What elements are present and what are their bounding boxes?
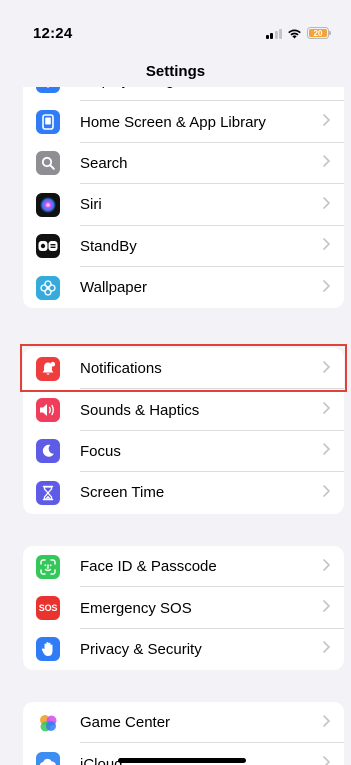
- chevron-right-icon: [323, 714, 330, 732]
- chevron-right-icon: [323, 154, 330, 172]
- standby-icon: [36, 234, 60, 259]
- settings-group-accounts: Game Center iCloud: [23, 702, 344, 765]
- face-id-icon: [36, 554, 60, 579]
- moon-icon: [36, 439, 60, 464]
- settings-row-label: iCloud: [80, 755, 123, 765]
- settings-group-display: Display & Brightness Home Screen & App Li…: [23, 87, 344, 309]
- settings-row-search[interactable]: Search: [23, 143, 344, 185]
- settings-row-emergency-sos[interactable]: SOS Emergency SOS: [23, 587, 344, 629]
- home-indicator: [118, 758, 246, 763]
- settings-row-display-and-brightness[interactable]: Display & Brightness: [23, 87, 344, 102]
- settings-row-sounds-and-haptics[interactable]: Sounds & Haptics: [23, 389, 344, 431]
- sos-icon: SOS: [36, 596, 60, 621]
- settings-row-label: Display & Brightness: [80, 87, 218, 89]
- battery-icon: 20: [307, 27, 331, 39]
- chevron-right-icon: [323, 442, 330, 460]
- settings-row-label: Screen Time: [80, 484, 165, 502]
- settings-row-siri[interactable]: Siri: [23, 184, 344, 226]
- settings-row-label: Wallpaper: [80, 279, 147, 297]
- chevron-right-icon: [323, 755, 330, 765]
- search-icon: [36, 151, 60, 176]
- settings-row-wallpaper[interactable]: Wallpaper: [23, 267, 344, 308]
- settings-row-label: Home Screen & App Library: [80, 113, 266, 131]
- icloud-icon: [36, 752, 60, 765]
- settings-row-label: Face ID & Passcode: [80, 558, 217, 576]
- settings-row-label: Search: [80, 154, 128, 172]
- hourglass-icon: [36, 480, 60, 505]
- settings-row-game-center[interactable]: Game Center: [23, 702, 344, 744]
- settings-row-label: Focus: [80, 442, 121, 460]
- chevron-right-icon: [323, 558, 330, 576]
- status-time: 12:24: [33, 25, 73, 42]
- page-title: Settings: [145, 63, 206, 80]
- signal-icon: [265, 28, 282, 39]
- settings-row-label: Emergency SOS: [80, 599, 192, 617]
- chevron-right-icon: [323, 640, 330, 658]
- settings-row-label: Game Center: [80, 714, 171, 732]
- settings-row-label: Siri: [80, 196, 102, 214]
- chevron-right-icon: [323, 113, 330, 131]
- settings-row-privacy-and-security[interactable]: Privacy & Security: [23, 629, 344, 670]
- settings-row-label: StandBy: [80, 237, 137, 255]
- status-bar: 12:24 20: [0, 0, 351, 52]
- chevron-right-icon: [323, 484, 330, 502]
- settings-row-label: Privacy & Security: [80, 640, 202, 658]
- settings-row-face-id-and-passcode[interactable]: Face ID & Passcode: [23, 546, 344, 588]
- settings-row-label: Sounds & Haptics: [80, 401, 200, 419]
- chevron-right-icon: [323, 237, 330, 255]
- chevron-right-icon: [323, 279, 330, 297]
- siri-icon: [36, 192, 60, 217]
- settings-row-standby[interactable]: StandBy: [23, 226, 344, 267]
- chevron-right-icon: [323, 87, 330, 90]
- game-center-icon: [36, 710, 60, 735]
- status-icons: 20: [265, 26, 331, 40]
- settings-list[interactable]: Display & Brightness Home Screen & App Li…: [0, 87, 351, 765]
- settings-row-home-screen-and-app-library[interactable]: Home Screen & App Library: [23, 101, 344, 143]
- display-brightness-icon: [36, 87, 60, 93]
- chevron-right-icon: [323, 599, 330, 617]
- chevron-right-icon: [323, 196, 330, 214]
- chevron-right-icon: [323, 401, 330, 419]
- settings-row-focus[interactable]: Focus: [23, 431, 344, 473]
- wallpaper-icon: [36, 275, 60, 300]
- settings-group-security: Face ID & Passcode SOS Emergency SOS Privac…: [23, 546, 344, 671]
- home-screen-icon: [36, 110, 60, 135]
- notifications-highlight-box: [20, 344, 347, 392]
- hand-icon: [36, 637, 60, 662]
- speaker-icon: [36, 398, 60, 423]
- sos-icon-text: SOS: [38, 603, 58, 614]
- battery-level: 20: [309, 29, 327, 38]
- settings-row-screen-time[interactable]: Screen Time: [23, 472, 344, 513]
- wifi-icon: [288, 29, 301, 38]
